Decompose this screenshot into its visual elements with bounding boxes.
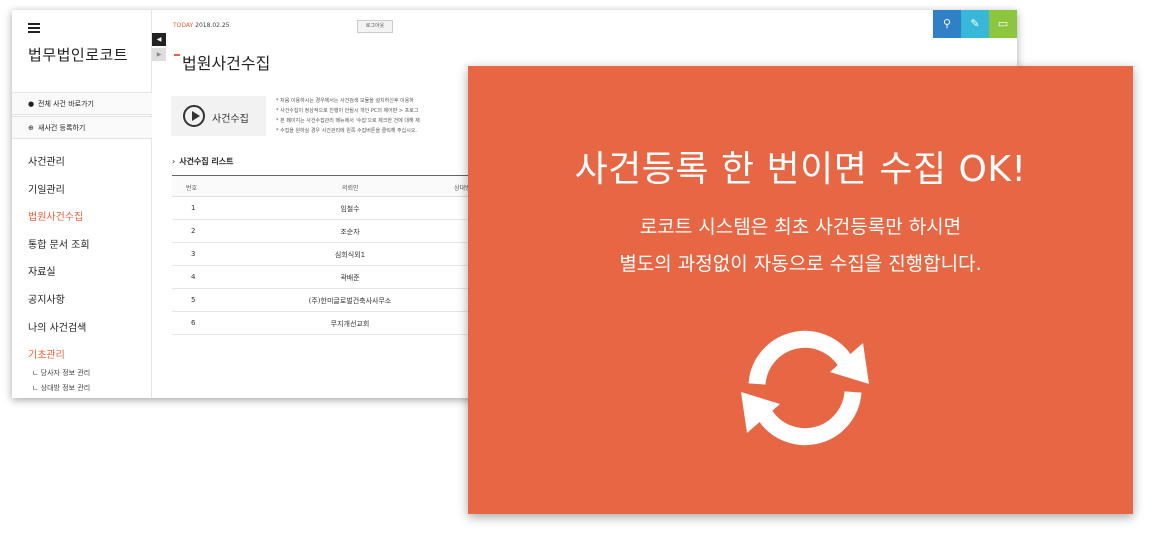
row-number: 3 <box>191 250 196 258</box>
sidebar-item-court-case-collection[interactable]: 법원사건수집 <box>28 208 83 223</box>
new-case-label: 새사건 등록하기 <box>38 124 86 132</box>
sidebar-item-my-case-search[interactable]: 나의 사건검색 <box>28 319 86 334</box>
today-label: TODAY <box>173 22 194 29</box>
list-title: › 사건수집 리스트 <box>172 156 234 167</box>
expand-right-icon[interactable]: ▶ <box>152 48 166 61</box>
sidebar-item-case-management[interactable]: 사건관리 <box>28 153 65 168</box>
note-line: * 처음 이용하시는 경우에서는 사건검색 모듈을 설치하신후 이용하 <box>276 98 414 104</box>
sidebar: 법무법인로코트 ● 전체 사건 바로가기 ⊕ 새사건 등록하기 사건관리 기일관리 … <box>12 10 152 398</box>
sidebar-subitem-opponent-info[interactable]: ㄴ 상대방 정보 관리 <box>32 383 90 393</box>
new-case-button[interactable]: ⊕ 새사건 등록하기 <box>12 116 152 139</box>
note-line: * 수집을 원하실 경우 사건관리에 왼쪽 수집버튼을 클릭해 주십시오. <box>276 128 418 134</box>
note-line: * 사건수집이 정상적으로 진행이 안될시 개인 PC의 제어판 > 프로그 <box>276 108 419 114</box>
person-icon: ● <box>28 100 35 108</box>
logout-button[interactable]: 로그아웃 <box>357 20 393 33</box>
row-number: 4 <box>191 273 196 281</box>
row-client: (주)한미글로벌건축사사무소 <box>308 297 392 305</box>
row-client: 곽배준 <box>340 274 360 282</box>
instruction-notes: * 처음 이용하시는 경우에서는 사건검색 모듈을 설치하신후 이용하 * 사건… <box>276 96 420 136</box>
column-header-number: 번호 <box>186 185 198 192</box>
all-cases-label: 전체 사건 바로가기 <box>38 100 94 108</box>
sidebar-item-archive[interactable]: 자료실 <box>28 263 56 278</box>
brand-name: 법무법인로코트 <box>28 46 129 64</box>
sidebar-item-base-management[interactable]: 기초관리 <box>28 346 65 361</box>
sidebar-item-date-management[interactable]: 기일관리 <box>28 181 65 196</box>
sidebar-subitem-party-info[interactable]: ㄴ 당사자 정보 관리 <box>32 368 90 378</box>
collect-button[interactable]: 사건수집 <box>171 96 266 136</box>
plus-circle-icon: ⊕ <box>28 124 34 132</box>
row-client: 무지개선교회 <box>330 320 370 328</box>
note-line: * 본 페이지는 사건수집관리 메뉴에서 '수집'으로 체크한 건에 대해 재 <box>276 118 420 124</box>
row-number: 2 <box>191 227 196 235</box>
row-client: 임철수 <box>340 205 360 213</box>
sidebar-item-notices[interactable]: 공지사항 <box>28 291 65 306</box>
page-title: 법원사건수집 <box>173 50 270 74</box>
sync-icon <box>741 330 869 446</box>
hamburger-menu-icon[interactable] <box>28 23 40 33</box>
promo-description-line-1: 로코트 시스템은 최초 사건등록만 하시면 <box>639 216 962 238</box>
chevron-right-icon: › <box>172 157 176 166</box>
row-client: 심희식외1 <box>334 251 366 259</box>
today-date: TODAY 2018.02.25 <box>173 22 230 29</box>
play-icon <box>183 105 205 127</box>
promo-description-line-2: 별도의 과정없이 자동으로 수집을 진행합니다. <box>619 253 982 275</box>
row-client: 조순자 <box>340 228 360 236</box>
monitor-icon[interactable]: ▭ <box>989 10 1017 38</box>
search-icon[interactable]: ⚲ <box>933 10 961 38</box>
sidebar-item-document-search[interactable]: 통합 문서 조회 <box>28 236 90 251</box>
row-number: 6 <box>191 319 196 327</box>
edit-icon[interactable]: ✎ <box>961 10 989 38</box>
top-icon-bar: ⚲ ✎ ▭ <box>933 10 1017 38</box>
promo-card: 사건등록 한 번이면 수집 OK! 로코트 시스템은 최초 사건등록만 하시면 … <box>468 66 1133 514</box>
today-value: 2018.02.25 <box>195 22 230 29</box>
row-number: 5 <box>191 296 196 304</box>
list-title-text: 사건수집 리스트 <box>179 157 234 166</box>
promo-title: 사건등록 한 번이면 수집 OK! <box>574 149 1027 190</box>
column-header-client: 의뢰인 <box>342 185 359 192</box>
collect-button-label: 사건수집 <box>212 114 249 125</box>
row-number: 1 <box>191 204 196 212</box>
all-cases-button[interactable]: ● 전체 사건 바로가기 <box>12 92 152 115</box>
collapse-left-icon[interactable]: ◀ <box>152 33 166 46</box>
